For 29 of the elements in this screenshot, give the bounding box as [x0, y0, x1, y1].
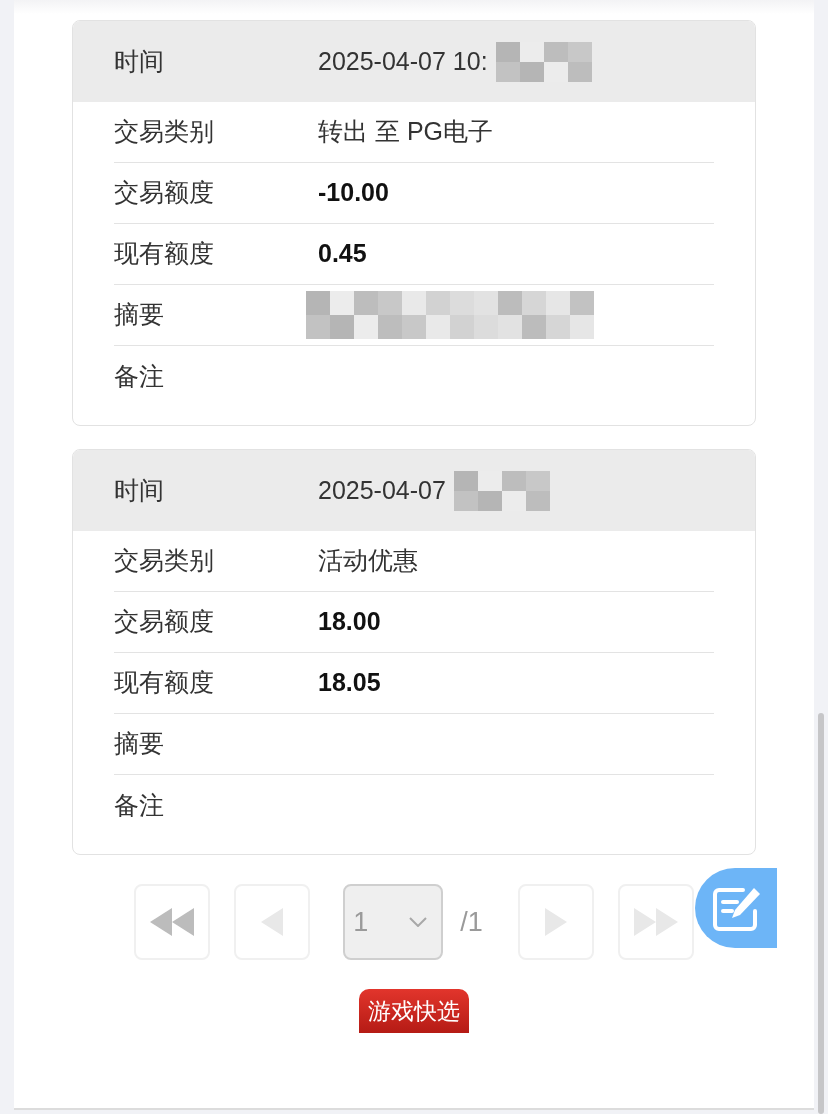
chevron-down-icon: [409, 917, 428, 927]
edit-button[interactable]: [695, 868, 777, 948]
field-value: 18.05: [318, 667, 381, 699]
field-label: 交易额度: [114, 606, 215, 638]
page-total: /1: [460, 905, 483, 939]
edit-note-icon: [713, 885, 763, 931]
quick-select-button[interactable]: 游戏快选: [359, 989, 469, 1033]
field-label: 现有额度: [114, 667, 215, 699]
field-value: 2025-04-07 10:: [318, 45, 488, 77]
field-value: 18.00: [318, 606, 381, 638]
field-value: 活动优惠: [318, 545, 418, 577]
first-page-button[interactable]: [134, 884, 211, 960]
field-label: 备注: [114, 789, 165, 821]
field-value: -10.00: [318, 177, 389, 209]
scrollbar-thumb[interactable]: [818, 713, 824, 1114]
field-label: 时间: [114, 474, 165, 506]
field-value: 0.45: [318, 238, 367, 270]
field-label: 交易类别: [114, 545, 215, 577]
field-label: 摘要: [114, 728, 165, 760]
pixelated-blur-icon: [306, 291, 594, 339]
field-label: 时间: [114, 45, 165, 77]
field-label: 摘要: [114, 299, 165, 331]
field-value: 2025-04-07: [318, 474, 446, 506]
field-value: 转出 至 PG电子: [318, 116, 493, 148]
field-label: 交易类别: [114, 116, 215, 148]
field-label: 备注: [114, 360, 165, 392]
double-left-triangle-icon: [150, 908, 195, 936]
field-label: 交易额度: [114, 177, 215, 209]
field-label: 现有额度: [114, 238, 215, 270]
